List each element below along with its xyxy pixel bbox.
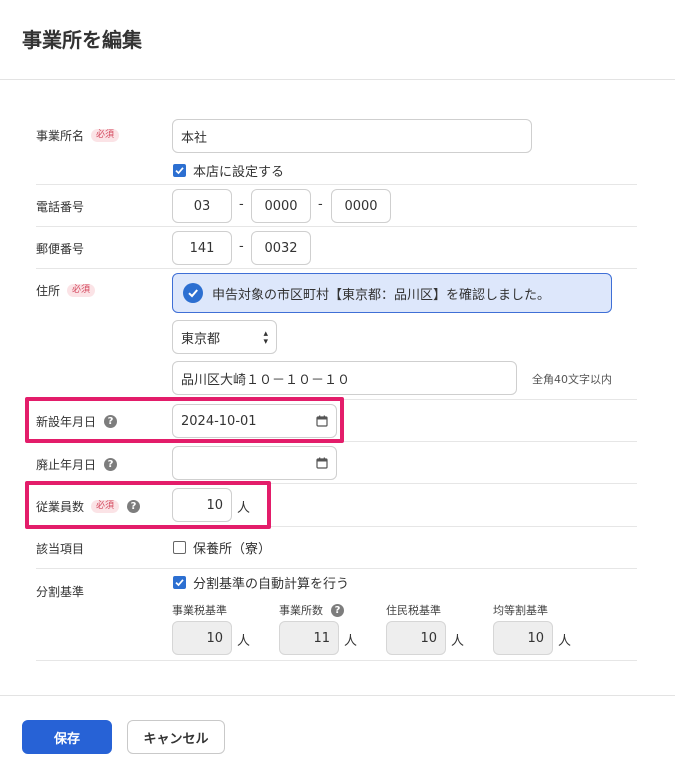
phone-exchange-input[interactable]: 0000: [251, 189, 311, 223]
row-divider: [36, 660, 637, 661]
employees-unit: 人: [237, 501, 251, 516]
save-button[interactable]: 保存: [22, 720, 112, 754]
prefecture-select[interactable]: 東京都 ▴ ▾: [172, 320, 277, 354]
required-badge: 必須: [67, 284, 96, 297]
employees-input[interactable]: 10: [172, 488, 232, 522]
row-divider: [36, 568, 637, 569]
per-capita-basis-input: 10: [493, 621, 553, 655]
office-count-label: 事業所数 ?: [279, 602, 344, 618]
row-divider: [36, 483, 637, 484]
row-divider: [36, 399, 637, 400]
footer-divider: [0, 695, 675, 696]
row-divider: [36, 226, 637, 227]
employees-label: 従業員数 必須 ?: [36, 498, 141, 515]
row-divider: [36, 268, 637, 269]
checkbox-unchecked-icon: [173, 541, 186, 554]
select-arrows-icon: ▴ ▾: [263, 329, 268, 347]
office-count-input: 11: [279, 621, 339, 655]
established-date-label: 新設年月日 ?: [36, 413, 118, 430]
applicable-items-label: 該当項目: [36, 542, 85, 556]
per-capita-basis-label: 均等割基準: [493, 604, 548, 617]
help-icon[interactable]: ?: [331, 603, 344, 617]
phone-area-input[interactable]: 03: [172, 189, 232, 223]
resident-tax-basis-input: 10: [386, 621, 446, 655]
checkbox-checked-icon: [173, 576, 186, 589]
help-icon[interactable]: ?: [104, 415, 118, 428]
head-office-checkbox[interactable]: 本店に設定する: [173, 161, 284, 180]
phone-label: 電話番号: [36, 200, 85, 214]
row-divider: [36, 526, 637, 527]
row-divider: [36, 441, 637, 442]
resident-tax-basis-label: 住民税基準: [386, 604, 441, 617]
postal-separator: -: [239, 239, 244, 254]
help-icon[interactable]: ?: [104, 458, 118, 471]
address-confirm-alert: 申告対象の市区町村【東京都：品川区】を確認しました。: [172, 273, 612, 313]
phone-separator: -: [318, 197, 323, 212]
address-length-note: 全角40文字以内: [532, 373, 612, 386]
unit-label: 人: [344, 634, 358, 649]
street-address-input[interactable]: 品川区大崎１０－１０－１０: [172, 361, 517, 395]
postal-code-first-input[interactable]: 141: [172, 231, 232, 265]
page-title: 事業所を編集: [22, 28, 142, 52]
unit-label: 人: [558, 634, 572, 649]
office-name-input[interactable]: 本社: [172, 119, 532, 153]
nursery-checkbox[interactable]: 保養所（寮）: [173, 538, 271, 557]
business-tax-basis-label: 事業税基準: [172, 604, 227, 617]
checkbox-checked-icon: [173, 164, 186, 177]
division-basis-label: 分割基準: [36, 585, 85, 599]
unit-label: 人: [451, 634, 465, 649]
phone-separator: -: [239, 197, 244, 212]
check-circle-icon: [183, 283, 203, 303]
established-date-input[interactable]: 2024-10-01: [172, 404, 337, 438]
header-divider: [0, 79, 675, 80]
calendar-icon[interactable]: [316, 457, 328, 473]
cancel-button[interactable]: キャンセル: [127, 720, 225, 754]
calendar-icon[interactable]: [316, 415, 328, 431]
unit-label: 人: [237, 634, 251, 649]
postal-code-second-input[interactable]: 0032: [251, 231, 311, 265]
phone-number-input[interactable]: 0000: [331, 189, 391, 223]
address-label: 住所 必須: [36, 282, 96, 299]
closed-date-label: 廃止年月日 ?: [36, 456, 118, 473]
postal-code-label: 郵便番号: [36, 242, 85, 256]
required-badge: 必須: [91, 500, 120, 513]
row-divider: [36, 184, 637, 185]
help-icon[interactable]: ?: [127, 500, 141, 513]
closed-date-input[interactable]: [172, 446, 337, 480]
office-name-label: 事業所名 必須: [36, 127, 120, 144]
business-tax-basis-input: 10: [172, 621, 232, 655]
required-badge: 必須: [91, 129, 120, 142]
auto-calc-checkbox[interactable]: 分割基準の自動計算を行う: [173, 573, 349, 592]
